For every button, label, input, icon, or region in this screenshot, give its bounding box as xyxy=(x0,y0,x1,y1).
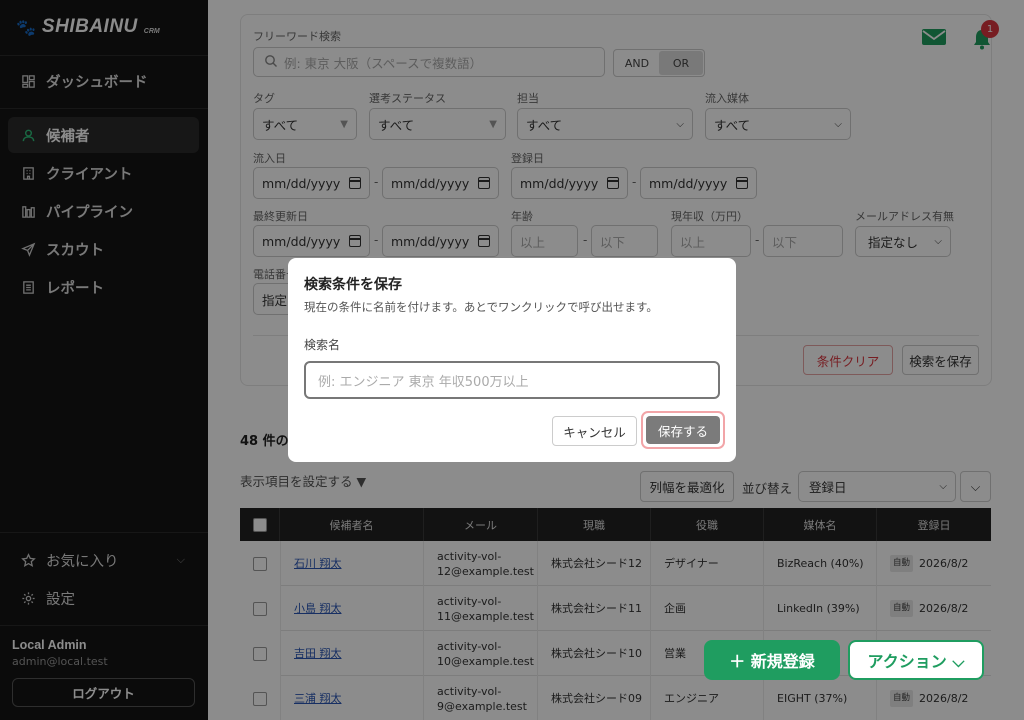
save-button-label: 保存する xyxy=(646,416,720,444)
action-menu-button[interactable]: アクション ⌵ xyxy=(848,640,984,680)
dialog-description: 現在の条件に名前を付けます。あとでワンクリックで呼び出せます。 xyxy=(304,300,658,314)
search-name-label: 検索名 xyxy=(304,338,341,352)
dialog-title: 検索条件を保存 xyxy=(304,277,402,293)
search-name-input[interactable]: 例: エンジニア 東京 年収500万以上 xyxy=(304,361,720,399)
cancel-button[interactable]: キャンセル xyxy=(552,416,637,446)
save-search-dialog: 検索条件を保存 現在の条件に名前を付けます。あとでワンクリックで呼び出せます。 … xyxy=(288,258,736,462)
new-registration-button[interactable]: ＋ 新規登録 xyxy=(704,640,840,680)
save-button[interactable]: 保存する xyxy=(641,411,725,449)
